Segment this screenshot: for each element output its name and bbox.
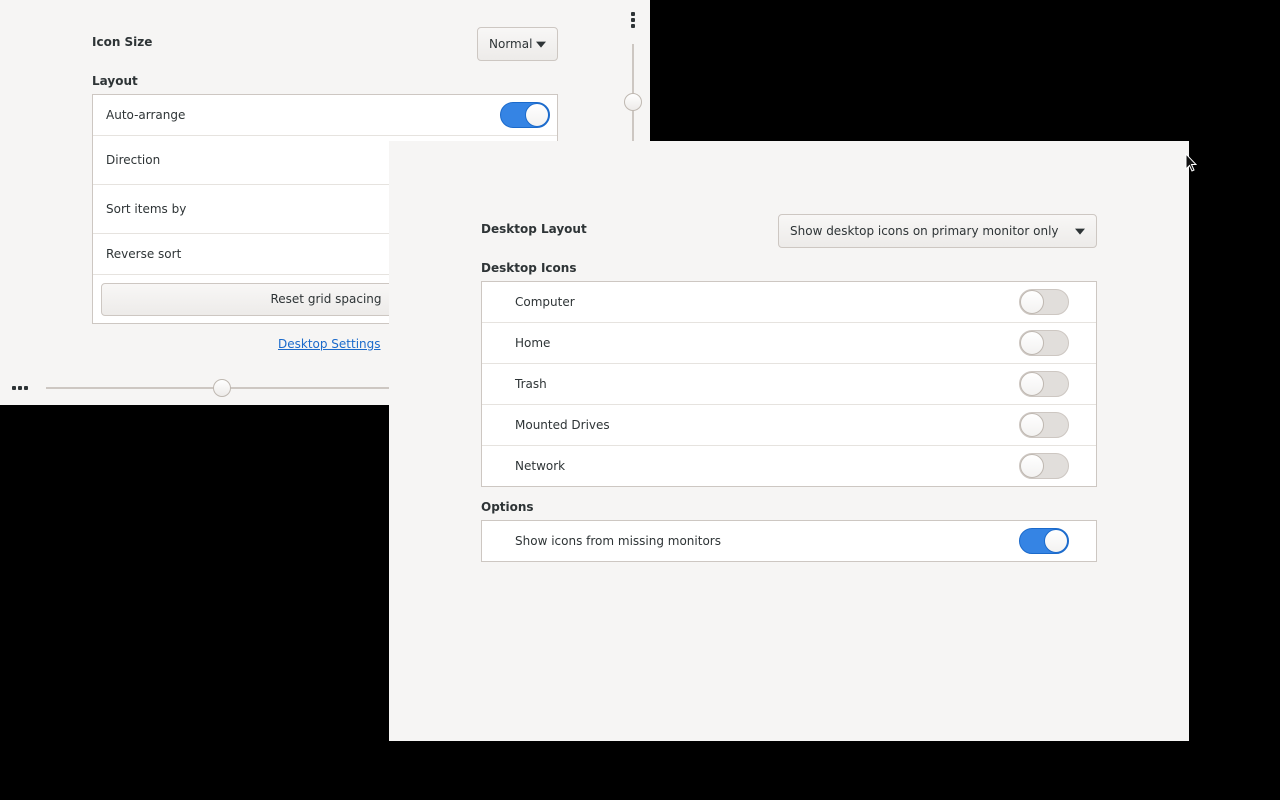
direction-label: Direction: [106, 153, 161, 167]
vertical-scale-handle[interactable]: [624, 93, 642, 111]
list-item-home: Home: [482, 323, 1096, 364]
desktop-settings-link[interactable]: Desktop Settings: [278, 337, 381, 351]
switch-knob: [1020, 454, 1044, 478]
icon-size-value: Normal: [489, 37, 533, 51]
auto-arrange-row: Auto-arrange: [93, 95, 557, 136]
auto-arrange-label: Auto-arrange: [106, 108, 186, 122]
home-label: Home: [515, 336, 551, 350]
mounted-drives-switch[interactable]: [1019, 412, 1069, 438]
list-item-network: Network: [482, 446, 1096, 486]
icon-size-label: Icon Size: [92, 35, 153, 49]
icon-size-combo[interactable]: Normal: [477, 27, 558, 61]
switch-knob: [1020, 331, 1044, 355]
mouse-pointer-icon: [1185, 153, 1197, 172]
vertical-ellipsis-icon[interactable]: [631, 12, 635, 28]
reverse-sort-label: Reverse sort: [106, 247, 182, 261]
switch-knob: [1020, 290, 1044, 314]
desktop-icons-list: Computer Home Trash Mounted Drives Netwo…: [481, 281, 1097, 487]
list-item-show-icons-missing-monitors: Show icons from missing monitors: [482, 521, 1096, 561]
home-switch[interactable]: [1019, 330, 1069, 356]
dropdown-arrow-icon: [536, 41, 546, 48]
network-switch[interactable]: [1019, 453, 1069, 479]
show-icons-missing-monitors-switch[interactable]: [1019, 528, 1069, 554]
show-icons-missing-monitors-label: Show icons from missing monitors: [515, 534, 721, 548]
desktop-layout-combo[interactable]: Show desktop icons on primary monitor on…: [778, 214, 1097, 248]
list-item-mounted-drives: Mounted Drives: [482, 405, 1096, 446]
network-label: Network: [515, 459, 566, 473]
dropdown-arrow-icon: [1075, 228, 1085, 235]
computer-label: Computer: [515, 295, 575, 309]
trash-label: Trash: [515, 377, 547, 391]
desktop-icons-label: Desktop Icons: [481, 261, 577, 275]
switch-knob: [1044, 529, 1068, 553]
switch-knob: [1020, 372, 1044, 396]
list-item-trash: Trash: [482, 364, 1096, 405]
switch-knob: [525, 103, 549, 127]
trash-switch[interactable]: [1019, 371, 1069, 397]
list-item-computer: Computer: [482, 282, 1096, 323]
desktop-layout-label: Desktop Layout: [481, 222, 587, 236]
auto-arrange-switch[interactable]: [500, 102, 550, 128]
options-list: Show icons from missing monitors: [481, 520, 1097, 562]
sort-items-by-label: Sort items by: [106, 202, 187, 216]
computer-switch[interactable]: [1019, 289, 1069, 315]
desktop-layout-value: Show desktop icons on primary monitor on…: [790, 224, 1059, 238]
mounted-drives-label: Mounted Drives: [515, 418, 610, 432]
layout-label: Layout: [92, 74, 138, 88]
desktop-icons-settings-window: Desktop Layout Show desktop icons on pri…: [389, 141, 1189, 741]
options-label: Options: [481, 500, 534, 514]
horizontal-scale-handle[interactable]: [213, 379, 231, 397]
switch-knob: [1020, 413, 1044, 437]
horizontal-ellipsis-icon[interactable]: [12, 386, 28, 390]
